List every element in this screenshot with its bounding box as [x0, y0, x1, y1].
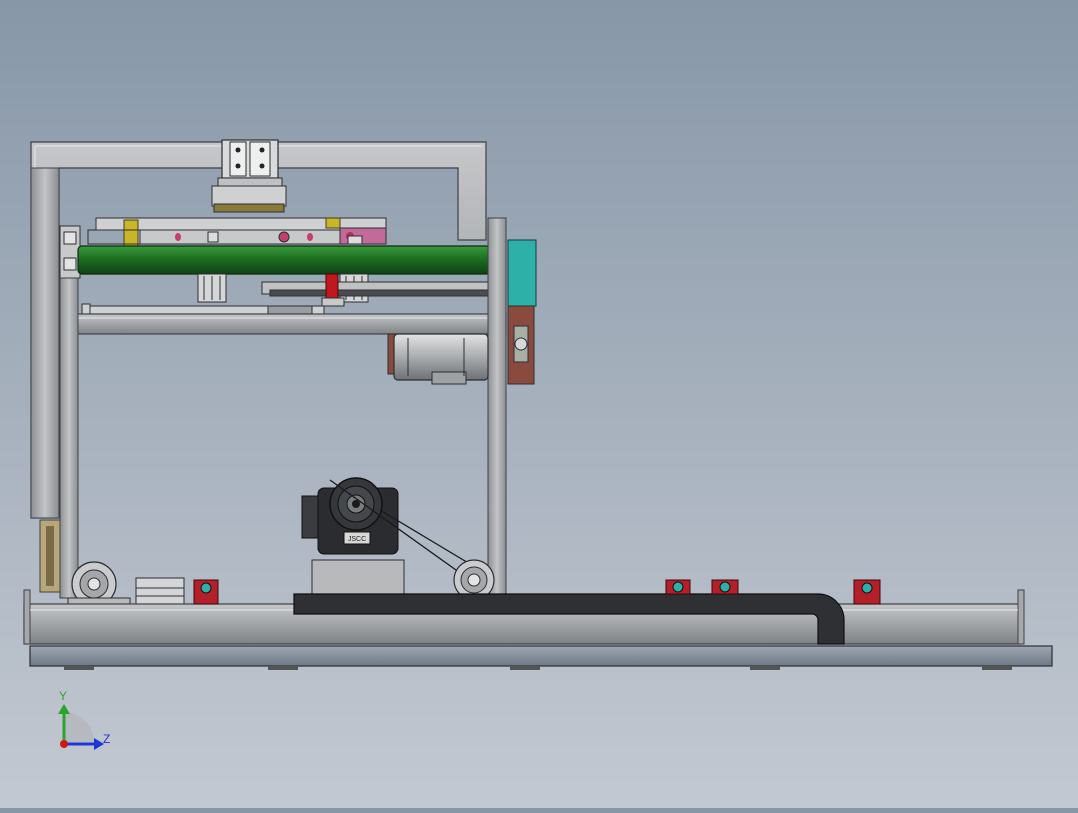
- cad-viewport[interactable]: JSCC Y Z: [0, 0, 1078, 808]
- green-roller: [77, 245, 507, 275]
- orientation-triad[interactable]: Y Z: [58, 689, 110, 750]
- vertical-posts: [39, 217, 507, 599]
- pillow-block-1: [193, 579, 219, 605]
- pillow-block-2: [665, 579, 691, 595]
- machine-assembly-drawing: JSCC Y Z: [23, 139, 1053, 750]
- left-roller-bearing: [59, 225, 81, 279]
- roller-drive-motor: [387, 333, 489, 385]
- x-axis-dot: [60, 740, 68, 748]
- pillow-block-4: [853, 579, 881, 605]
- pillow-block-3: [711, 579, 739, 595]
- middle-crossbeam: [59, 313, 507, 335]
- top-clamp-cylinder: [211, 139, 287, 213]
- small-cover-box: [135, 577, 185, 605]
- upper-slide-rail: [87, 217, 387, 247]
- right-drive-side: [507, 239, 537, 385]
- z-axis-label: Z: [103, 732, 110, 746]
- y-axis-label: Y: [59, 689, 67, 703]
- gear-motor: JSCC: [301, 477, 481, 595]
- base-plate: [29, 645, 1053, 670]
- lower-blade-assembly: [81, 273, 489, 317]
- gearbox-nameplate: JSCC: [348, 536, 366, 543]
